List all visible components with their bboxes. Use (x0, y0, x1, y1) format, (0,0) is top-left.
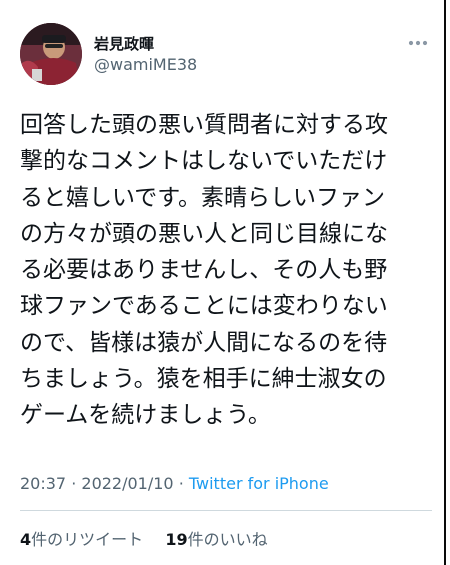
meta-separator-2: · (178, 474, 184, 493)
tweet-stats: 4件のリツイート 19件のいいね (20, 526, 268, 550)
retweets-stat[interactable]: 4件のリツイート (20, 530, 148, 549)
divider (20, 510, 432, 511)
tweet-text: 回答した頭の悪い質問者に対する攻 撃的なコメントはしないでいただけ ると嬉しいで… (20, 112, 388, 429)
likes-label: 件のいいね (187, 530, 268, 549)
display-name[interactable]: 岩見政暉 (94, 33, 154, 54)
likes-stat[interactable]: 19件のいいね (165, 530, 267, 549)
meta-separator: · (71, 474, 77, 493)
retweets-label: 件のリツイート (31, 530, 144, 549)
retweets-count: 4 (20, 530, 32, 549)
handle[interactable]: @wamiME38 (94, 55, 197, 74)
scrollbar[interactable] (444, 0, 446, 565)
tweet-time[interactable]: 20:37 (20, 474, 66, 493)
tweet-source[interactable]: Twitter for iPhone (189, 474, 329, 493)
avatar-image (20, 23, 82, 85)
avatar[interactable] (20, 23, 82, 85)
more-horizontal-icon (408, 40, 428, 46)
tweet-date[interactable]: 2022/01/10 (81, 474, 173, 493)
more-options-button[interactable] (402, 30, 432, 50)
tweet-meta: 20:37 · 2022/01/10 · Twitter for iPhone (20, 474, 329, 493)
likes-count: 19 (165, 530, 188, 549)
